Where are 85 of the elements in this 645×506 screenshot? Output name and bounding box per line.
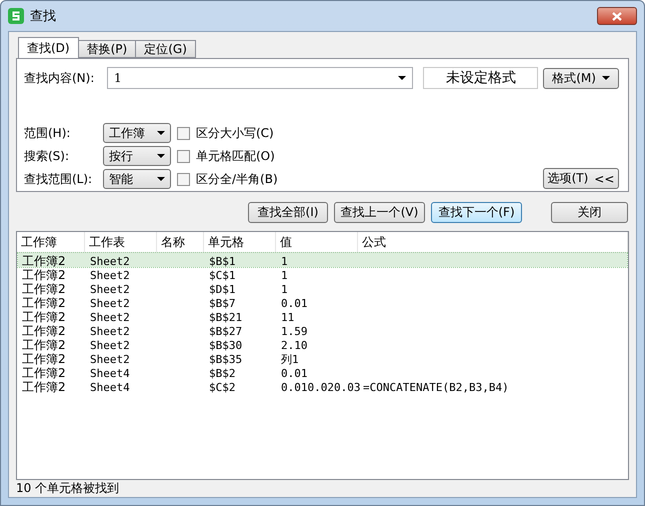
table-cell-text: 工作簿2 (21, 267, 67, 284)
checkbox-label: 区分全/半角(B) (196, 170, 278, 188)
format-button[interactable]: 格式(M) (543, 68, 619, 88)
table-cell-text: 列1 (280, 352, 300, 367)
table-cell-text: $B$2 (208, 367, 236, 380)
table-cell-text: 工作簿2 (21, 281, 67, 298)
table-cell-text: $B$21 (208, 311, 244, 324)
result-row[interactable]: 工作簿2 Sheet2 $B$7 0.01 (18, 295, 627, 309)
table-cell-text: $B$27 (208, 325, 244, 338)
dropdown-arrow-icon (157, 177, 165, 181)
table-cell-text: 工作簿2 (21, 379, 67, 396)
table-cell-text: Sheet4 (89, 381, 131, 394)
result-row[interactable]: 工作簿2 Sheet2 $D$1 1 (18, 281, 627, 295)
options-button[interactable]: 选项(T) << (543, 168, 619, 189)
result-row[interactable]: 工作簿2 Sheet2 $B$27 1.59 (18, 323, 627, 337)
checkbox-label: 单元格匹配(O) (196, 148, 275, 164)
result-row[interactable]: 工作簿2 Sheet2 $B$30 2.10 (18, 337, 627, 351)
table-cell-text: 工作簿2 (21, 309, 67, 326)
app-logo-icon (8, 8, 24, 24)
find-combo-field[interactable]: 1 (107, 67, 414, 89)
result-row[interactable]: 工作簿2 Sheet2 $B$35 列1 (18, 351, 627, 365)
tab[interactable]: 替换(P) (78, 40, 136, 58)
tab[interactable]: 查找(D) (18, 37, 79, 58)
table-cell-text: Sheet2 (89, 325, 131, 338)
table-cell-text: 1.59 (280, 325, 308, 338)
dropdown-arrow-icon (157, 154, 165, 158)
format-preview: 未设定格式 (423, 67, 538, 89)
result-row[interactable]: 工作簿2 Sheet2 $C$1 1 (18, 267, 627, 281)
table-cell-text: 11 (280, 311, 296, 324)
table-cell-text: 工作簿2 (21, 323, 67, 340)
table-cell-text: Sheet2 (89, 283, 131, 296)
find-button[interactable]: 查找下一个(F) (431, 202, 522, 223)
table-cell-text: 工作簿2 (21, 295, 67, 312)
table-cell-text: 1 (280, 255, 289, 268)
result-row[interactable]: 工作簿2 Sheet2 $B$21 11 (18, 309, 627, 323)
table-cell-text: 工作簿2 (21, 365, 67, 382)
table-cell-text: Sheet2 (89, 269, 131, 282)
table-cell-text: $B$7 (208, 297, 236, 310)
close-icon (612, 12, 622, 20)
table-cell-text: 工作簿2 (21, 337, 67, 354)
table-cell-text: 0.010.020.03 (280, 381, 359, 394)
option-select[interactable]: 智能 (103, 169, 171, 189)
dropdown-arrow-icon (398, 76, 406, 80)
option-select[interactable]: 工作簿 (103, 123, 171, 143)
find-button[interactable]: 查找上一个(V) (334, 202, 425, 223)
table-cell-text: 0.01 (280, 367, 308, 380)
table-cell-text: Sheet2 (89, 353, 131, 366)
tab[interactable]: 定位(G) (135, 40, 196, 58)
checkbox[interactable] (177, 172, 190, 186)
table-cell-text: 1 (280, 269, 289, 282)
dropdown-arrow-icon (602, 76, 610, 80)
table-cell-text: 工作簿2 (21, 351, 67, 368)
close-button[interactable] (597, 7, 637, 25)
table-cell-text: =CONCATENATE(B2,B3,B4) (362, 381, 510, 394)
result-row[interactable]: 工作簿2 Sheet4 $C$2 0.010.020.03 =CONCATENATE(B2,B3,B4) (18, 379, 627, 393)
table-cell-text: Sheet2 (89, 339, 131, 352)
option-label: 查找范围(L): (24, 170, 94, 188)
table-cell-text: 0.01 (280, 297, 308, 310)
find-label: 查找内容(N): (24, 70, 96, 86)
option-label: 搜索(S): (24, 148, 70, 164)
window-title: 查找 (30, 8, 56, 25)
table-cell-text: $B$35 (208, 353, 244, 366)
table-cell-text: 1 (280, 283, 289, 296)
status-text: 10 个单元格被找到 (16, 480, 120, 497)
table-cell-text: Sheet4 (89, 367, 131, 380)
checkbox[interactable] (177, 150, 190, 162)
close-dialog-button[interactable]: 关闭 (551, 202, 628, 223)
option-select[interactable]: 按行 (103, 146, 171, 166)
table-cell-text: Sheet2 (89, 255, 131, 268)
table-cell-text: Sheet2 (89, 311, 131, 324)
table-cell-text: 2.10 (280, 339, 308, 352)
table-cell-text: $B$1 (208, 255, 236, 268)
table-cell-text: $C$2 (208, 381, 236, 394)
find-button[interactable]: 查找全部(I) (248, 202, 328, 223)
result-row[interactable]: 工作簿2 Sheet2 $B$1 1 (18, 253, 627, 267)
option-label: 范围(H): (24, 124, 72, 142)
result-row[interactable]: 工作簿2 Sheet4 $B$2 0.01 (18, 365, 627, 379)
table-cell-text: $B$30 (208, 339, 244, 352)
table-cell-text: Sheet2 (89, 297, 131, 310)
table-cell-text: $D$1 (208, 283, 236, 296)
table-cell-text: $C$1 (208, 269, 236, 282)
checkbox[interactable] (177, 126, 190, 140)
dropdown-arrow-icon (157, 131, 165, 135)
checkbox-label: 区分大小写(C) (196, 124, 274, 142)
table-cell-text: 工作簿2 (21, 253, 67, 270)
